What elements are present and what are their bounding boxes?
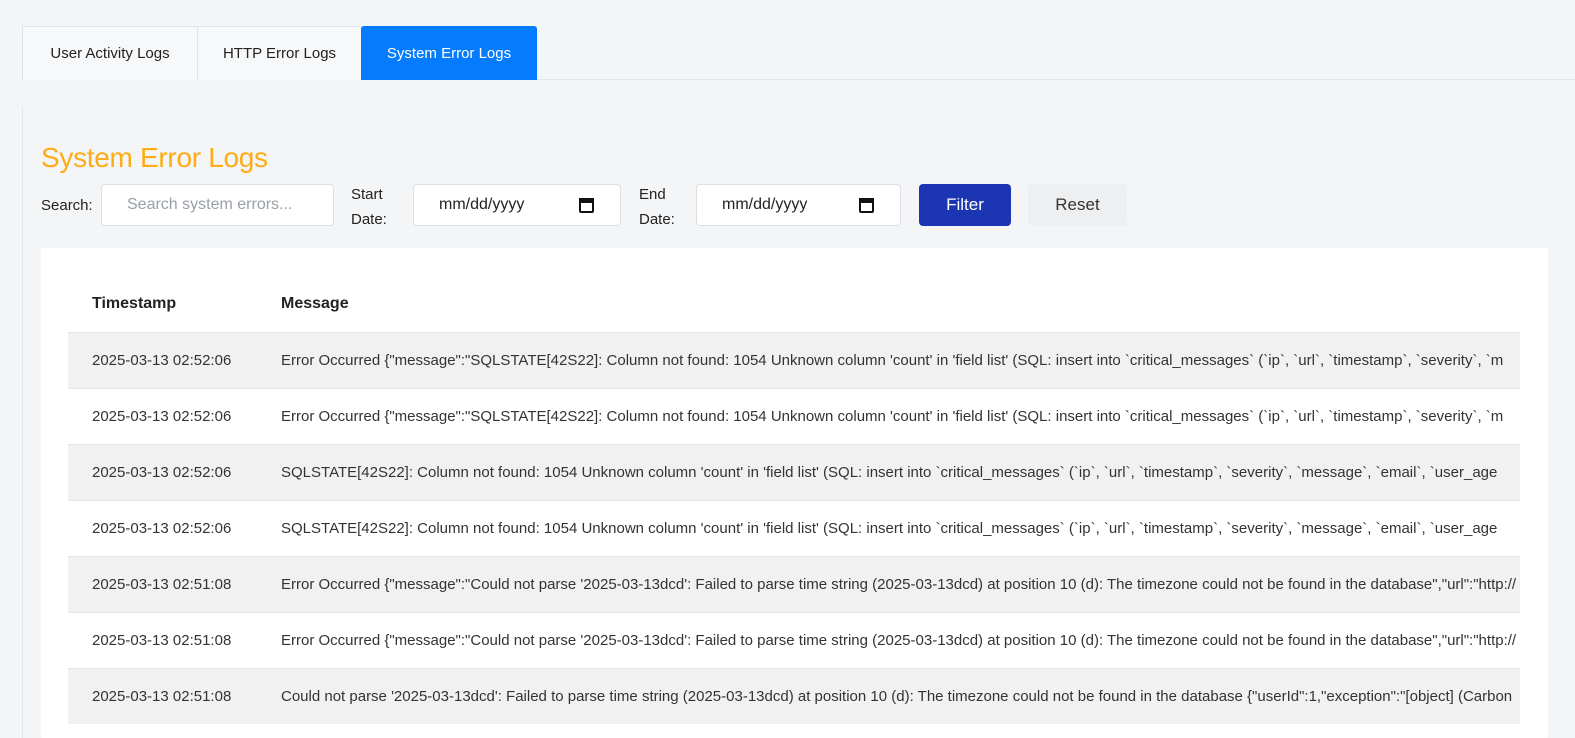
search-label: Search: [41,197,93,214]
reset-button[interactable]: Reset [1028,184,1127,226]
timestamp-column-header: Timestamp [92,295,177,312]
row-timestamp: 2025-03-13 02:52:06 [92,352,232,369]
system-error-logs-panel: System Error Logs Search: Search system … [22,106,1575,738]
row-timestamp: 2025-03-13 02:51:08 [92,688,232,705]
row-message: Error Occurred {"message":"SQLSTATE[42S2… [281,408,1504,425]
log-tabs: User Activity Logs HTTP Error Logs Syste… [22,26,1575,80]
page-title: System Error Logs [41,142,268,173]
end-date-input[interactable]: mm/dd/yyyy [696,184,901,226]
start-date-input[interactable]: mm/dd/yyyy [413,184,621,226]
logs-table: Timestamp Message 2025-03-13 02:52:06 Er… [68,276,1520,724]
end-date-label: End Date: [639,186,675,228]
logs-table-card: Timestamp Message 2025-03-13 02:52:06 Er… [41,248,1548,738]
tab-http-error-logs[interactable]: HTTP Error Logs [197,26,362,80]
table-row: 2025-03-13 02:51:08 Could not parse '202… [68,668,1520,724]
row-timestamp: 2025-03-13 02:51:08 [92,576,232,593]
row-timestamp: 2025-03-13 02:51:08 [92,632,232,649]
table-row: 2025-03-13 02:52:06 Error Occurred {"mes… [68,332,1520,388]
start-date-label: Start Date: [351,186,387,228]
row-message: Error Occurred {"message":"Could not par… [281,576,1517,593]
start-date-value: mm/dd/yyyy [439,196,525,213]
table-row: 2025-03-13 02:52:06 SQLSTATE[42S22]: Col… [68,500,1520,556]
search-input[interactable]: Search system errors... [101,184,334,226]
filter-bar: Search: Search system errors... Start Da… [41,184,1161,228]
table-row: 2025-03-13 02:52:06 Error Occurred {"mes… [68,388,1520,444]
row-message: Error Occurred {"message":"Could not par… [281,632,1517,649]
row-timestamp: 2025-03-13 02:52:06 [92,520,232,537]
row-timestamp: 2025-03-13 02:52:06 [92,408,232,425]
table-row: 2025-03-13 02:51:08 Error Occurred {"mes… [68,612,1520,668]
row-message: Could not parse '2025-03-13dcd': Failed … [281,688,1513,705]
tab-system-error-logs[interactable]: System Error Logs [361,26,537,80]
message-column-header: Message [281,295,349,312]
row-message: SQLSTATE[42S22]: Column not found: 1054 … [281,520,1498,537]
table-row: 2025-03-13 02:51:08 Error Occurred {"mes… [68,556,1520,612]
calendar-icon[interactable] [859,197,874,213]
end-date-value: mm/dd/yyyy [722,196,808,213]
row-message: SQLSTATE[42S22]: Column not found: 1054 … [281,464,1498,481]
row-message: Error Occurred {"message":"SQLSTATE[42S2… [281,352,1504,369]
table-row: 2025-03-13 02:52:06 SQLSTATE[42S22]: Col… [68,444,1520,500]
row-timestamp: 2025-03-13 02:52:06 [92,464,232,481]
filter-button[interactable]: Filter [919,184,1011,226]
calendar-icon[interactable] [579,197,594,213]
tab-user-activity-logs[interactable]: User Activity Logs [22,26,198,80]
table-header: Timestamp Message [68,276,1520,332]
